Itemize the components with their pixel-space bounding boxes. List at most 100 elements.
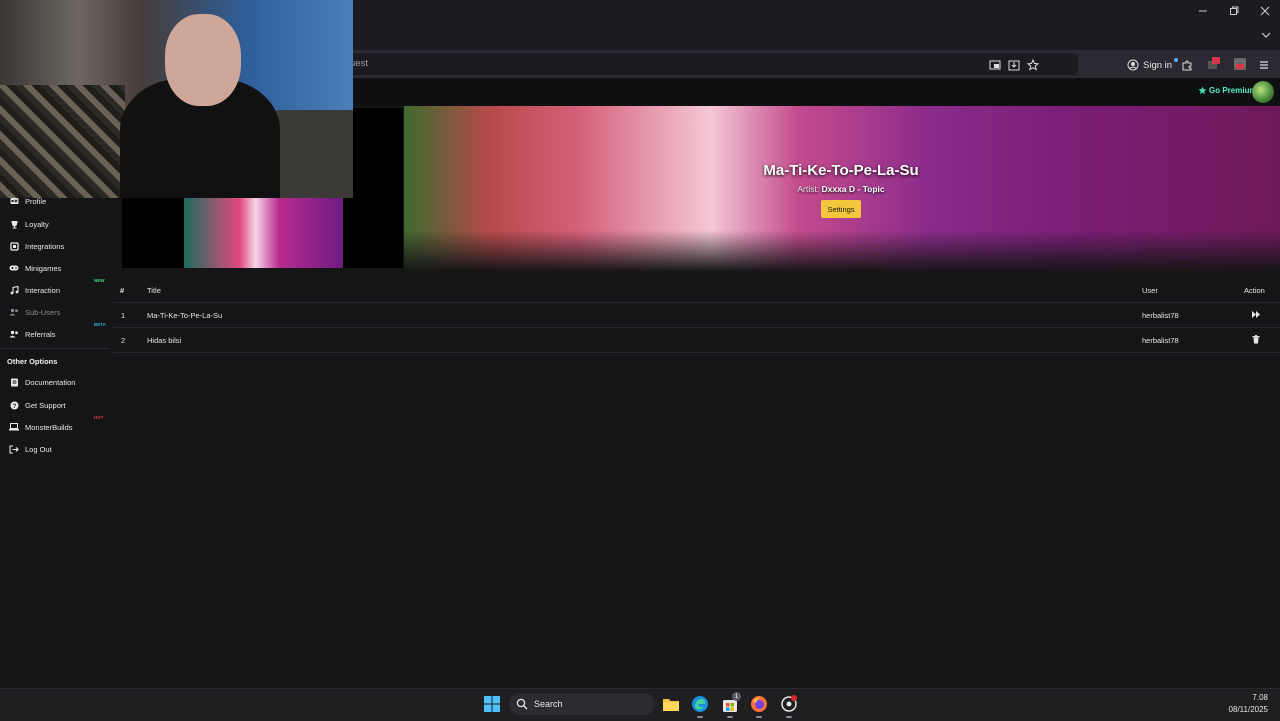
sidebar-item-loyalty[interactable]: Loyalty bbox=[0, 215, 110, 233]
trophy-icon bbox=[9, 219, 19, 229]
new-badge: NEW bbox=[94, 278, 105, 283]
folder-icon bbox=[663, 698, 679, 711]
sidebar-item-label: Integrations bbox=[25, 241, 65, 251]
sidebar-item-sub-users[interactable]: Sub-Users bbox=[0, 303, 110, 321]
sidebar-item-documentation[interactable]: Documentation bbox=[0, 373, 110, 391]
sidebar-item-log-out[interactable]: Log Out bbox=[0, 440, 110, 458]
running-indicator bbox=[756, 716, 762, 718]
sidebar-item-referrals[interactable]: Referrals BETA bbox=[0, 322, 110, 343]
sidebar-item-monsterbuilds[interactable]: MonsterBuilds HOT bbox=[0, 415, 110, 436]
webcam-overlay bbox=[0, 0, 353, 198]
notification-dot bbox=[1174, 58, 1179, 62]
extension-button-2[interactable] bbox=[1232, 56, 1248, 72]
col-header-user: User bbox=[1142, 286, 1158, 295]
sidebar: Profile Loyalty Integrations Minigames I… bbox=[0, 190, 110, 470]
browser-menu-button[interactable] bbox=[1256, 57, 1272, 73]
sidebar-item-label: Loyalty bbox=[25, 219, 49, 229]
edge-browser-button[interactable] bbox=[690, 694, 710, 714]
search-label: Search bbox=[534, 699, 563, 709]
fast-forward-icon bbox=[1252, 311, 1260, 318]
logout-icon bbox=[9, 444, 19, 454]
firefox-button[interactable] bbox=[749, 694, 769, 714]
plugin-icon bbox=[9, 241, 19, 251]
search-icon bbox=[516, 698, 528, 710]
app-notification-dot bbox=[791, 695, 797, 701]
puzzle-icon bbox=[1182, 60, 1192, 71]
extension-button-1[interactable] bbox=[1205, 56, 1221, 72]
bookmark-button[interactable] bbox=[1025, 57, 1041, 73]
row-title: Hidas bilsi bbox=[147, 336, 182, 345]
users-icon bbox=[9, 329, 19, 339]
star-icon bbox=[1198, 86, 1207, 94]
sidebar-item-label: Documentation bbox=[25, 377, 76, 387]
running-indicator bbox=[727, 716, 733, 718]
other-options-heading: Other Options bbox=[7, 357, 58, 366]
user-avatar[interactable] bbox=[1252, 81, 1274, 103]
reader-view-button[interactable] bbox=[987, 57, 1003, 73]
song-title: Ma-Ti-Ke-To-Pe-La-Su bbox=[763, 162, 919, 179]
system-clock[interactable]: 7.08 08/11/2025 bbox=[1222, 692, 1268, 716]
trash-icon bbox=[1252, 335, 1260, 344]
hot-badge: HOT bbox=[94, 415, 104, 420]
download-tray-icon bbox=[1008, 60, 1020, 71]
settings-button[interactable]: Settings bbox=[821, 200, 861, 218]
sidebar-item-label: Sub-Users bbox=[25, 307, 61, 317]
tab-list-button[interactable] bbox=[1260, 30, 1272, 40]
artist-label: Artist: bbox=[797, 184, 820, 194]
extensions-button[interactable] bbox=[1179, 57, 1195, 73]
skip-button[interactable] bbox=[1251, 310, 1261, 319]
banner-fade bbox=[404, 230, 1280, 272]
store-badge: 1 bbox=[732, 692, 741, 701]
col-header-action: Action bbox=[1244, 286, 1265, 295]
sidebar-item-interaction[interactable]: Interaction NEW bbox=[0, 278, 110, 299]
row-number: 1 bbox=[121, 311, 126, 320]
star-icon bbox=[1027, 59, 1039, 71]
firefox-icon bbox=[751, 696, 767, 712]
table-row: 1 Ma-Ti-Ke-To-Pe-La-Su herbalist78 bbox=[113, 303, 1280, 328]
clock-date: 08/11/2025 bbox=[1228, 705, 1268, 714]
hamburger-menu-icon bbox=[1260, 61, 1268, 69]
sidebar-item-minigames[interactable]: Minigames bbox=[0, 259, 110, 277]
gamepad-icon bbox=[9, 263, 19, 273]
sidebar-item-integrations[interactable]: Integrations bbox=[0, 237, 110, 255]
sign-in-button[interactable]: Sign in bbox=[1127, 57, 1180, 73]
document-icon bbox=[9, 377, 19, 387]
extension-badge-icon bbox=[1208, 57, 1220, 69]
question-icon: ? bbox=[9, 400, 19, 410]
edge-icon bbox=[692, 696, 708, 712]
music-note-icon bbox=[9, 285, 19, 295]
file-explorer-button[interactable] bbox=[661, 694, 681, 714]
minimize-icon bbox=[1199, 10, 1207, 12]
col-header-number: # bbox=[120, 286, 125, 295]
minimize-button[interactable] bbox=[1188, 3, 1218, 19]
sidebar-item-get-support[interactable]: ? Get Support bbox=[0, 396, 110, 414]
webcam-person-head bbox=[165, 14, 241, 106]
address-bar[interactable] bbox=[350, 53, 1078, 75]
account-icon bbox=[1127, 59, 1139, 71]
users-icon bbox=[9, 307, 19, 317]
svg-text:?: ? bbox=[12, 404, 16, 410]
artist-name: Dxxxa D - Topic bbox=[821, 184, 885, 194]
close-window-button[interactable] bbox=[1250, 3, 1280, 19]
go-premium-label: Go Premium bbox=[1209, 86, 1257, 95]
delete-button[interactable] bbox=[1252, 335, 1260, 344]
running-indicator bbox=[697, 716, 703, 718]
install-app-button[interactable] bbox=[1006, 57, 1022, 73]
chevron-down-icon bbox=[1261, 32, 1271, 38]
restore-icon bbox=[1230, 6, 1239, 15]
row-user: herbalist78 bbox=[1142, 336, 1179, 345]
row-number: 2 bbox=[121, 336, 126, 345]
close-icon bbox=[1260, 6, 1270, 16]
start-button[interactable] bbox=[484, 696, 500, 712]
sidebar-item-label: Referrals bbox=[25, 329, 56, 339]
laptop-icon bbox=[9, 422, 19, 432]
go-premium-link[interactable]: Go Premium bbox=[1198, 86, 1257, 95]
running-indicator bbox=[786, 716, 792, 718]
taskbar-search[interactable]: Search bbox=[509, 693, 655, 715]
sidebar-divider bbox=[0, 348, 110, 349]
sidebar-item-label: Interaction bbox=[25, 285, 61, 295]
extension-logo-icon bbox=[1234, 58, 1246, 70]
windows-logo-icon bbox=[484, 696, 500, 712]
restore-button[interactable] bbox=[1219, 3, 1249, 19]
col-header-title: Title bbox=[147, 286, 161, 295]
